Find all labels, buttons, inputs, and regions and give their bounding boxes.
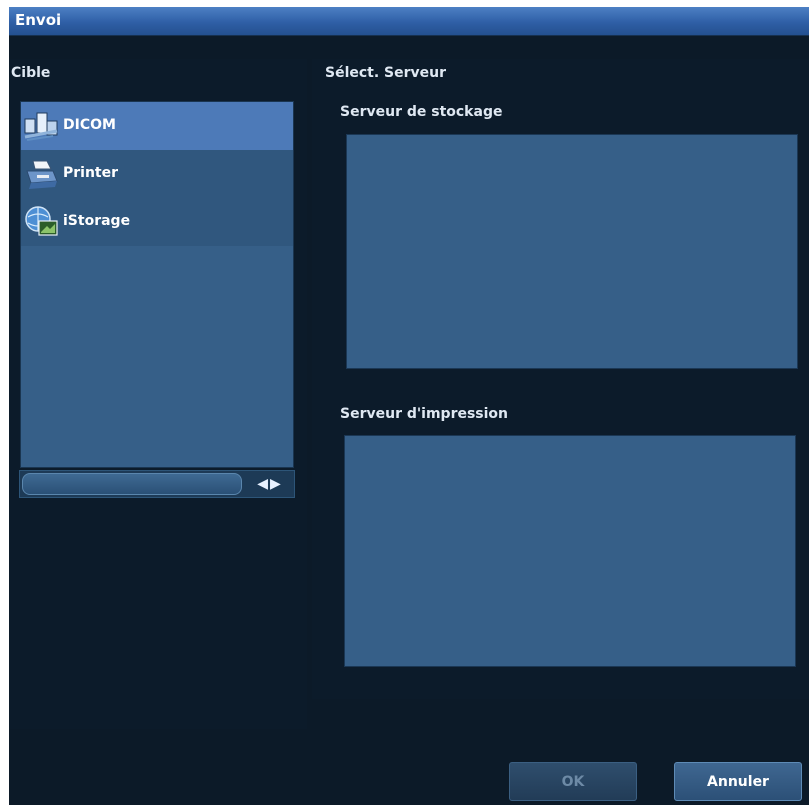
list-horizontal-scrollbar[interactable]: ◀ ▶ <box>19 470 295 498</box>
list-item-printer[interactable]: Printer <box>21 150 293 198</box>
arrow-right-icon[interactable]: ▶ <box>270 476 283 492</box>
cancel-button[interactable]: Annuler <box>674 762 802 801</box>
send-dialog: Envoi Cible DICOM Printer iStorage ◀ ▶ S… <box>9 7 809 805</box>
list-item-label: iStorage <box>63 213 131 229</box>
target-label: Cible <box>11 65 51 81</box>
printer-icon <box>23 157 59 191</box>
list-item-label: Printer <box>63 165 119 181</box>
dialog-title: Envoi <box>15 11 62 29</box>
arrow-left-icon[interactable]: ◀ <box>257 476 270 492</box>
list-item-dicom[interactable]: DICOM <box>21 102 293 150</box>
dicom-network-icon <box>23 109 59 143</box>
title-bar: Envoi <box>9 7 809 36</box>
scroll-track[interactable] <box>22 473 242 495</box>
list-item-label: DICOM <box>63 117 116 133</box>
list-item-istorage[interactable]: iStorage <box>21 198 293 246</box>
scroll-arrows[interactable]: ◀ ▶ <box>248 473 292 495</box>
ok-button[interactable]: OK <box>509 762 637 801</box>
print-server-label: Serveur d'impression <box>340 406 509 422</box>
target-list[interactable]: DICOM Printer iStorage <box>20 101 294 468</box>
server-select-label: Sélect. Serveur <box>325 65 447 81</box>
storage-server-list[interactable] <box>346 134 798 369</box>
print-server-list[interactable] <box>344 435 796 667</box>
istorage-globe-icon <box>23 205 59 239</box>
storage-server-label: Serveur de stockage <box>340 104 503 120</box>
